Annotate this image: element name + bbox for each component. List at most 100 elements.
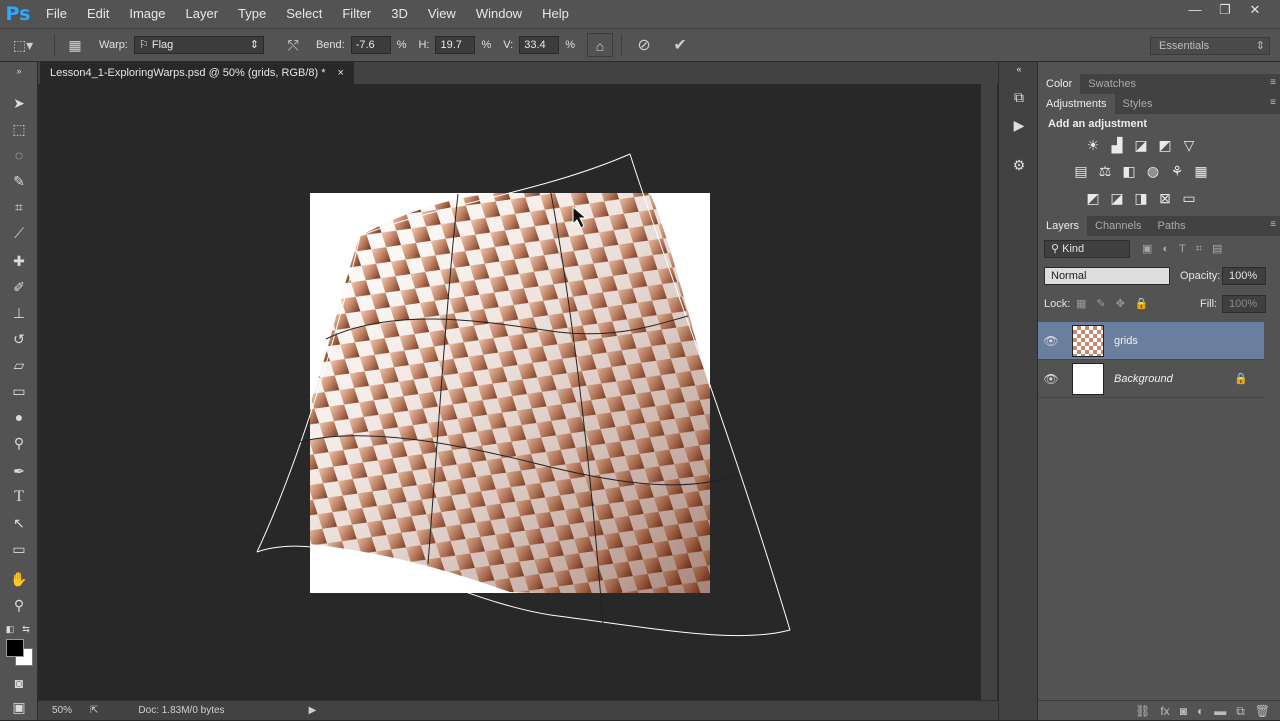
brush-tool-icon[interactable]: ✐ (7, 276, 31, 298)
canvas-svg[interactable] (38, 84, 981, 700)
eraser-tool-icon[interactable]: ▱ (7, 354, 31, 376)
gradient-tool-icon[interactable]: ▭ (7, 380, 31, 402)
collapse-icon[interactable]: « (1007, 62, 1031, 76)
menu-filter[interactable]: Filter (332, 0, 381, 28)
commit-transform-icon[interactable]: ✔ (666, 35, 694, 55)
close-window-button[interactable]: ✕ (1240, 0, 1270, 22)
eyedropper-tool-icon[interactable]: ⟋ (7, 222, 31, 244)
tab-styles[interactable]: Styles (1115, 94, 1161, 114)
color-lookup-icon[interactable]: ▦ (1192, 162, 1210, 180)
move-tool-icon[interactable]: ➤ (7, 92, 31, 114)
black-white-icon[interactable]: ◧ (1120, 162, 1138, 180)
menu-select[interactable]: Select (276, 0, 332, 28)
history-brush-tool-icon[interactable]: ↺ (7, 328, 31, 350)
quick-selection-tool-icon[interactable]: ✎ (7, 170, 31, 192)
close-tab-icon[interactable]: × (338, 62, 344, 84)
invert-icon[interactable]: ◩ (1084, 189, 1102, 207)
history-panel-icon[interactable]: ⧉ (1007, 86, 1031, 108)
menu-window[interactable]: Window (466, 0, 532, 28)
cancel-transform-icon[interactable]: ⊘ (630, 35, 658, 55)
tab-layers[interactable]: Layers (1038, 216, 1088, 236)
default-colors-icon[interactable]: ◧ (4, 618, 16, 640)
restore-button[interactable]: ❐ (1210, 0, 1240, 22)
layer-filter-icons[interactable]: ▣◐T⌗▤ (1142, 242, 1232, 256)
marquee-tool-icon[interactable]: ⬚ (7, 118, 31, 140)
group-icon[interactable]: ▬ (1214, 701, 1226, 720)
posterize-icon[interactable]: ◪ (1108, 189, 1126, 207)
warp-style-select[interactable]: ⚐ Flag ⇕ (133, 36, 264, 54)
menu-image[interactable]: Image (119, 0, 175, 28)
fx-icon[interactable]: fx (1160, 701, 1169, 720)
gradient-map-icon[interactable]: ▭ (1180, 189, 1198, 207)
link-icon[interactable]: ⛓ (1135, 701, 1150, 720)
pen-tool-icon[interactable]: ✒ (7, 460, 31, 482)
transform-tool-icon[interactable]: ⬚▾ (0, 37, 46, 54)
tab-swatches[interactable]: Swatches (1080, 74, 1144, 94)
lasso-tool-icon[interactable]: ◌ (7, 144, 31, 166)
vertical-scrollbar[interactable] (981, 84, 997, 700)
minimize-button[interactable]: — (1180, 0, 1210, 22)
menu-edit[interactable]: Edit (77, 0, 119, 28)
zoom-tool-icon[interactable]: ⚲ (7, 594, 31, 616)
panel-menu-icon[interactable]: ≡ (1270, 219, 1276, 230)
properties-panel-icon[interactable]: ⚙ (1007, 154, 1031, 176)
switch-warp-mode-icon[interactable]: ⌂ (587, 33, 614, 57)
eye-icon[interactable]: 👁 (1038, 372, 1064, 386)
canvas-area[interactable] (38, 84, 981, 700)
mask-icon[interactable]: ◙ (1180, 701, 1187, 720)
change-orientation-icon[interactable]: ⤲ (278, 37, 308, 54)
opacity-input[interactable]: 100% (1222, 267, 1266, 285)
channel-mixer-icon[interactable]: ⚘ (1168, 162, 1186, 180)
swap-colors-icon[interactable]: ⇆ (20, 618, 32, 640)
layer-row-grids[interactable]: 👁 grids (1038, 322, 1264, 360)
blur-tool-icon[interactable]: ● (7, 406, 31, 428)
quick-mask-icon[interactable]: ◙ (7, 672, 31, 694)
rectangle-tool-icon[interactable]: ▭ (7, 538, 31, 560)
tab-paths[interactable]: Paths (1150, 216, 1194, 236)
zoom-level[interactable]: 50% (52, 705, 72, 716)
adjustment-layer-icon[interactable]: ◐ (1197, 701, 1204, 720)
eye-icon[interactable]: 👁 (1038, 334, 1064, 348)
tab-adjustments[interactable]: Adjustments (1038, 94, 1115, 114)
trash-icon[interactable]: 🗑 (1255, 701, 1270, 720)
menu-file[interactable]: File (36, 0, 77, 28)
menu-3d[interactable]: 3D (381, 0, 418, 28)
blend-mode-select[interactable]: Normal (1044, 267, 1170, 285)
curves-icon[interactable]: ◪ (1132, 136, 1150, 154)
dodge-tool-icon[interactable]: ⚲ (7, 432, 31, 454)
healing-brush-tool-icon[interactable]: ✚ (7, 250, 31, 272)
color-balance-icon[interactable]: ⚖ (1096, 162, 1114, 180)
export-icon[interactable]: ⇱ (90, 705, 98, 716)
type-tool-icon[interactable]: T (7, 486, 31, 508)
layer-row-background[interactable]: 👁 Background 🔒 (1038, 360, 1264, 398)
tab-color[interactable]: Color (1038, 74, 1081, 94)
collapse-icon[interactable]: » (7, 66, 31, 76)
lock-icons[interactable]: ▦✎✥🔒 (1076, 297, 1159, 310)
clone-stamp-tool-icon[interactable]: ⊥ (7, 302, 31, 324)
workspace-select[interactable]: Essentials ⇕ (1150, 37, 1270, 55)
brightness-contrast-icon[interactable]: ☀ (1084, 136, 1102, 154)
v-input[interactable]: 33.4 (519, 36, 560, 54)
panel-menu-icon[interactable]: ≡ (1270, 77, 1276, 88)
fill-input[interactable]: 100% (1222, 295, 1266, 313)
menu-view[interactable]: View (418, 0, 466, 28)
bend-input[interactable]: -7.6 (350, 36, 391, 54)
status-menu-arrow-icon[interactable]: ▶ (309, 705, 317, 716)
menu-type[interactable]: Type (228, 0, 276, 28)
photo-filter-icon[interactable]: ◍ (1144, 162, 1162, 180)
menu-layer[interactable]: Layer (176, 0, 229, 28)
exposure-icon[interactable]: ◩ (1156, 136, 1174, 154)
actions-panel-icon[interactable]: ▶ (1007, 114, 1031, 136)
document-tab[interactable]: Lesson4_1-ExploringWarps.psd @ 50% (grid… (40, 62, 354, 84)
new-layer-icon[interactable]: ⧉ (1236, 701, 1245, 720)
tab-channels[interactable]: Channels (1087, 216, 1149, 236)
panel-menu-icon[interactable]: ≡ (1270, 97, 1276, 108)
threshold-icon[interactable]: ◨ (1132, 189, 1150, 207)
h-input[interactable]: 19.7 (435, 36, 476, 54)
warp-grid-icon[interactable]: ▦ (63, 37, 87, 54)
path-selection-tool-icon[interactable]: ↖ (7, 512, 31, 534)
hand-tool-icon[interactable]: ✋ (7, 568, 31, 590)
crop-tool-icon[interactable]: ⌗ (7, 196, 31, 218)
vibrance-icon[interactable]: ▽ (1180, 136, 1198, 154)
selective-color-icon[interactable]: ⊠ (1156, 189, 1174, 207)
